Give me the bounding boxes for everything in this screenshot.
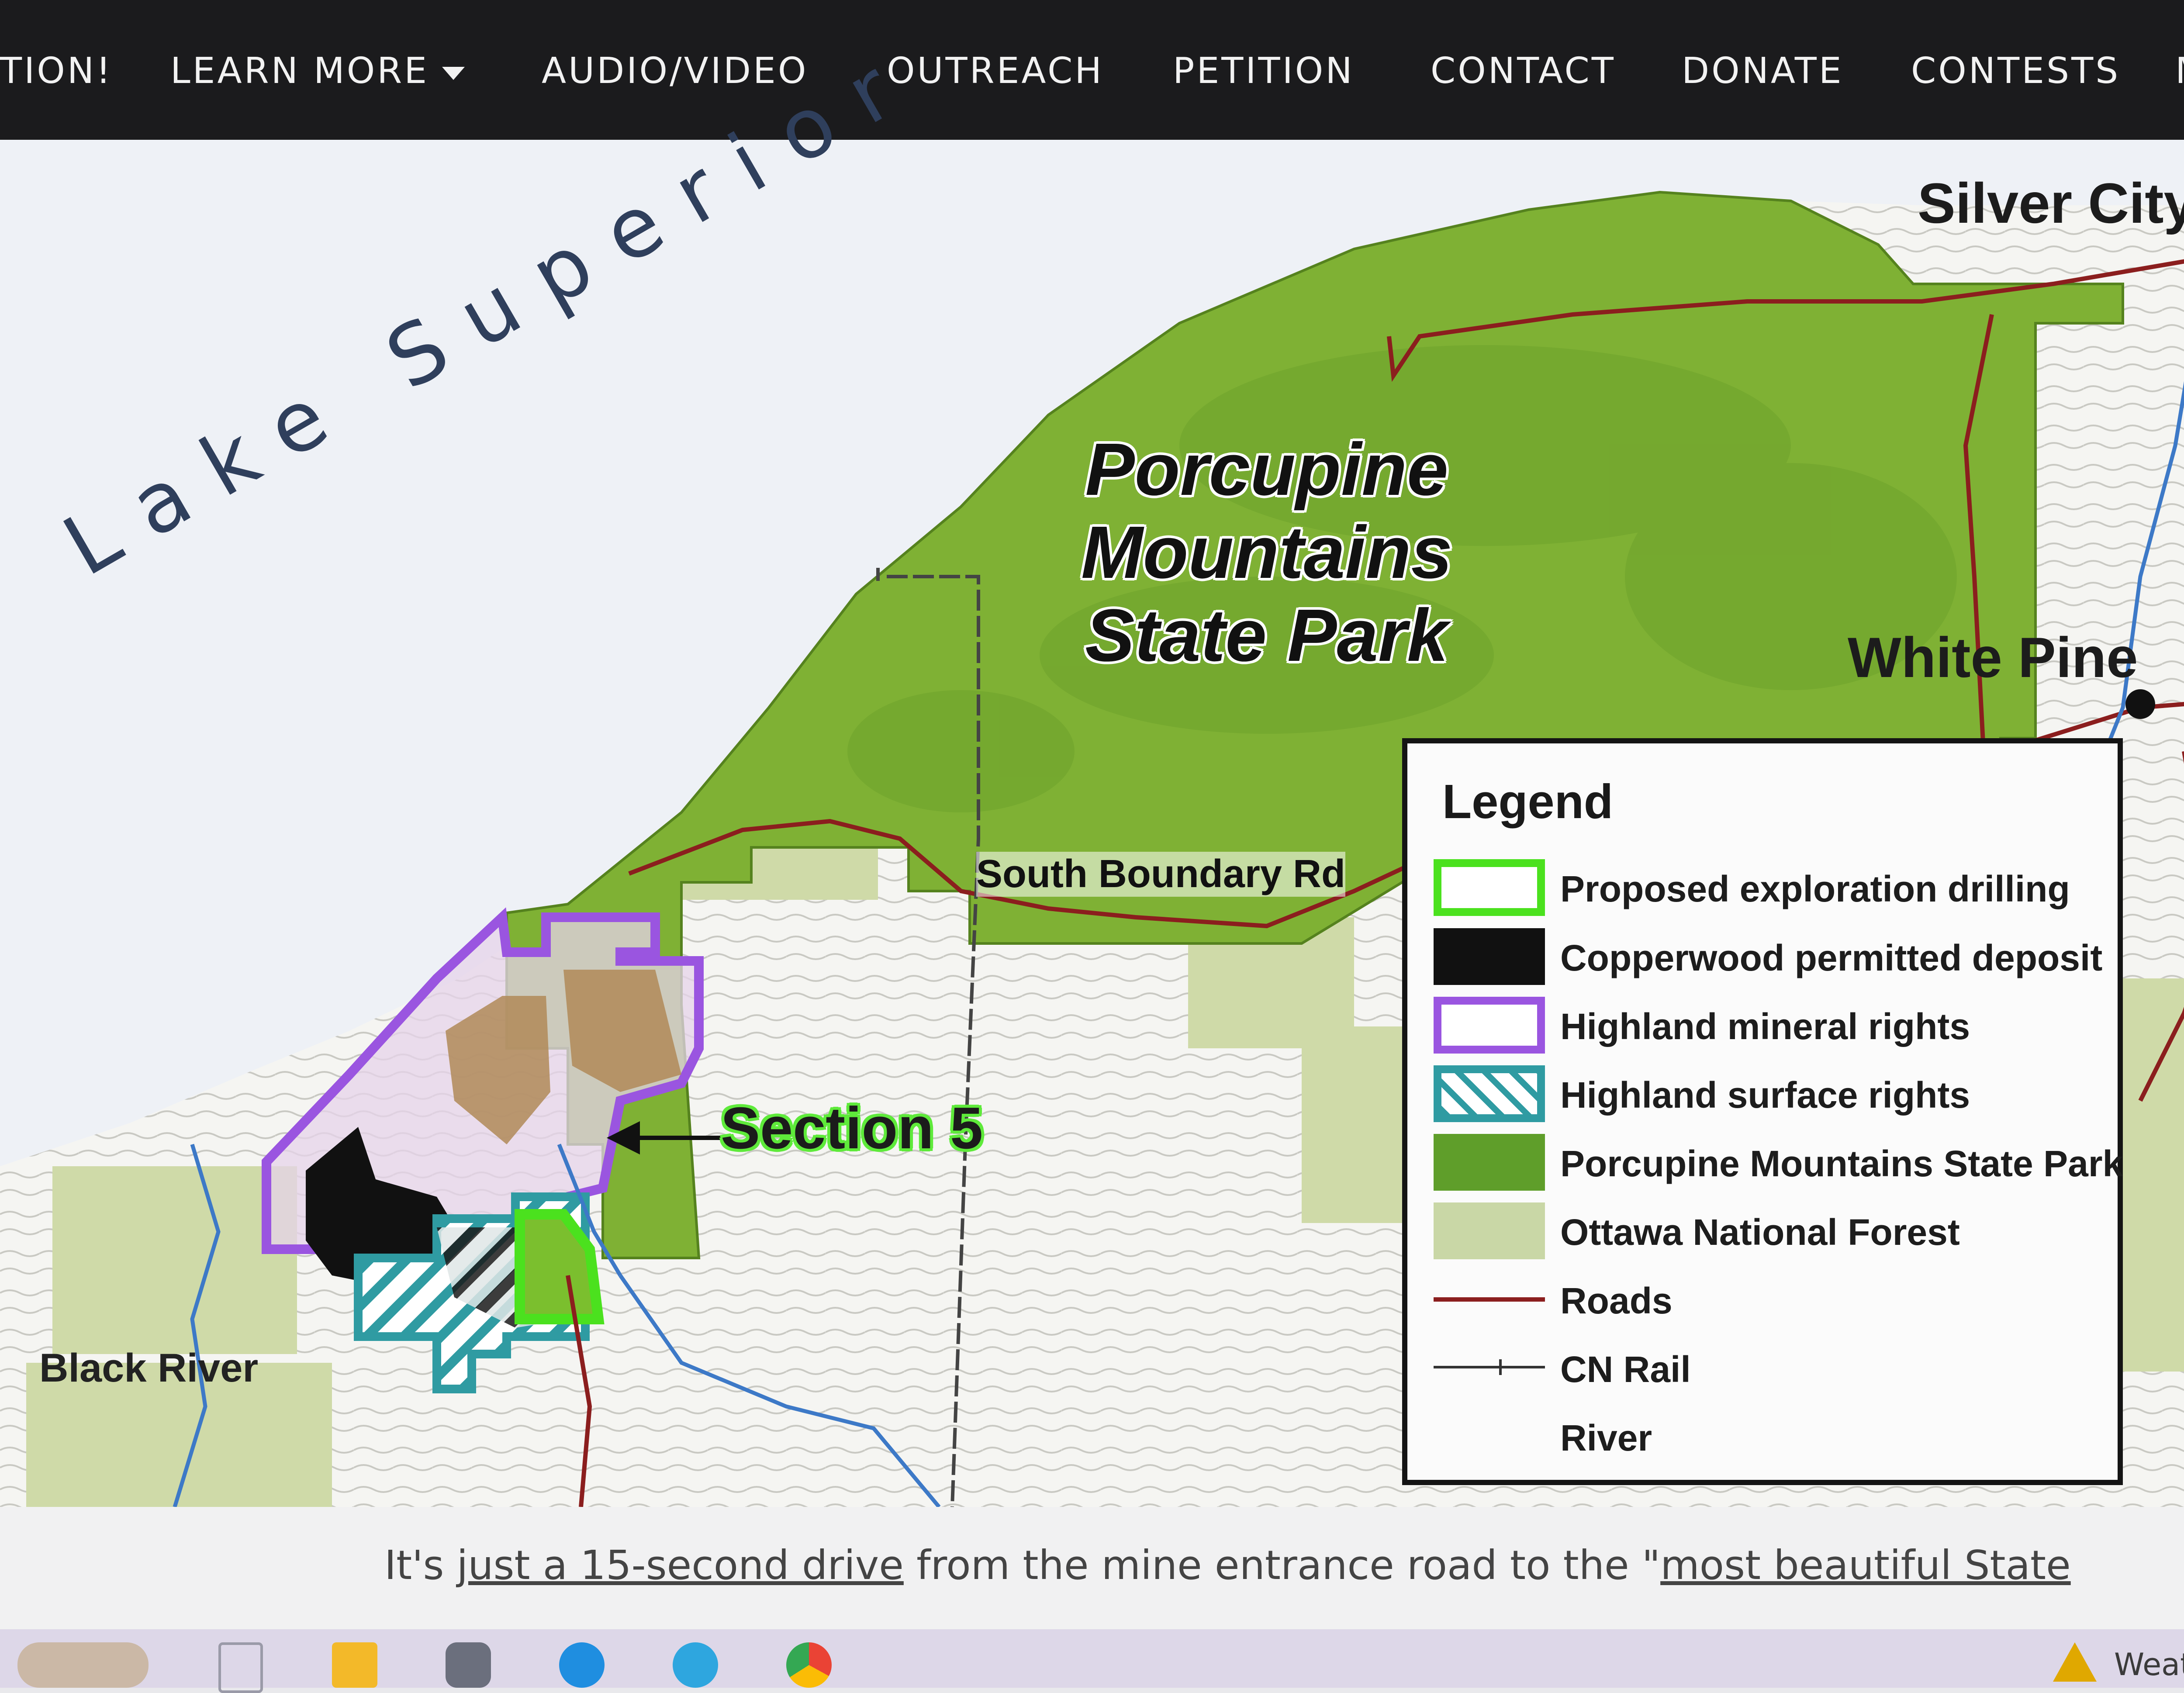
- map-caption: It's just a 15-second drive from the min…: [0, 1507, 2184, 1629]
- legend-swatch-porcupine-park: [1434, 1134, 1545, 1191]
- legend-label: CN Rail: [1560, 1349, 1691, 1390]
- caption-text: It's just a 15-second drive from the min…: [384, 1542, 2071, 1589]
- park-title: Porcupine Mountains State Park: [1048, 428, 1485, 677]
- white-pine-label: White Pine: [1848, 625, 2138, 689]
- legend-swatch-proposed-drilling: [1434, 859, 1545, 916]
- legend-item-highland-mineral: Highland mineral rights: [1434, 992, 2115, 1054]
- warning-weather-icon[interactable]: [2053, 1642, 2097, 1682]
- map-legend: Legend Proposed exploration drilling Cop…: [1402, 738, 2123, 1485]
- caption-link-state-park[interactable]: most beautiful State: [1660, 1542, 2071, 1589]
- chrome-browser-icon[interactable]: [786, 1642, 832, 1688]
- taskbar: Weather: [0, 1629, 2184, 1693]
- edge-browser-icon[interactable]: [559, 1642, 605, 1688]
- task-view-icon[interactable]: [218, 1642, 263, 1693]
- file-explorer-icon[interactable]: [332, 1642, 377, 1688]
- park-title-line2: State Park: [1085, 594, 1448, 677]
- chevron-down-icon[interactable]: [442, 66, 465, 80]
- legend-swatch-cn-rail: [1434, 1366, 1545, 1368]
- legend-title: Legend: [1442, 775, 1614, 829]
- nav-item-donate[interactable]: DONATE: [1682, 47, 1844, 95]
- caption-link-drive[interactable]: just a 15-second drive: [457, 1542, 904, 1589]
- legend-item-cn-rail: CN Rail: [1434, 1335, 2115, 1396]
- nav-item-action[interactable]: TION!: [0, 47, 113, 95]
- legend-swatch-highland-surface: [1434, 1065, 1545, 1122]
- legend-item-copperwood: Copperwood permitted deposit: [1434, 924, 2115, 985]
- nav-item-audio-video[interactable]: AUDIO/VIDEO: [542, 47, 808, 95]
- legend-label: Highland mineral rights: [1560, 1006, 1970, 1047]
- legend-item-roads: Roads: [1434, 1267, 2115, 1328]
- legend-swatch-highland-mineral: [1434, 997, 1545, 1054]
- weather-label[interactable]: Weather: [2114, 1647, 2184, 1683]
- map: Lake Superior Porcupine Mountains State …: [0, 27, 2184, 1507]
- legend-label: Porcupine Mountains State Park: [1560, 1143, 2123, 1184]
- south-boundary-rd-label: South Boundary Rd: [976, 852, 1345, 897]
- legend-item-river: River: [1434, 1404, 2115, 1465]
- telegram-icon[interactable]: [673, 1642, 718, 1688]
- legend-label: Proposed exploration drilling: [1560, 868, 2070, 909]
- white-pine-marker: [2125, 689, 2155, 719]
- park-title-line1: Porcupine Mountains: [1081, 428, 1452, 594]
- nav-learn-more-label[interactable]: LEARN MORE: [170, 50, 429, 92]
- nav-item-contests[interactable]: CONTESTS: [1911, 47, 2120, 95]
- legend-item-porcupine-park: Porcupine Mountains State Park: [1434, 1130, 2123, 1191]
- nav-item-more[interactable]: MER: [2175, 47, 2184, 95]
- legend-swatch-ottawa-forest: [1434, 1202, 1545, 1259]
- caption-prefix: It's: [384, 1542, 457, 1589]
- silver-city-label: Silver City: [1918, 171, 2184, 235]
- camera-icon[interactable]: [446, 1642, 491, 1688]
- legend-label: Highland surface rights: [1560, 1075, 1970, 1116]
- widgets-avatar-icon[interactable]: [17, 1642, 149, 1688]
- caption-middle: from the mine entrance road to the ": [903, 1542, 1661, 1589]
- nav-item-contact[interactable]: CONTACT: [1431, 47, 1616, 95]
- black-river-label: Black River: [39, 1346, 259, 1390]
- legend-label: River: [1560, 1417, 1652, 1458]
- legend-item-highland-surface: Highland surface rights: [1434, 1061, 2115, 1122]
- legend-swatch-copperwood: [1434, 928, 1545, 985]
- nav-item-learn-more[interactable]: LEARN MORE: [170, 47, 465, 95]
- section-5-label: Section 5: [721, 1095, 983, 1161]
- legend-label: Ottawa National Forest: [1560, 1212, 1960, 1253]
- nav-item-petition[interactable]: PETITION: [1173, 47, 1355, 95]
- legend-label: Roads: [1560, 1280, 1673, 1321]
- legend-label: Copperwood permitted deposit: [1560, 937, 2103, 978]
- legend-item-proposed-drilling: Proposed exploration drilling: [1434, 855, 2115, 916]
- legend-item-ottawa-forest: Ottawa National Forest: [1434, 1198, 2115, 1259]
- legend-swatch-roads: [1434, 1297, 1545, 1302]
- rail-tick-icon: [1499, 1359, 1502, 1375]
- top-navigation-bar: TION! LEARN MORE AUDIO/VIDEO OUTREACH PE…: [0, 0, 2184, 140]
